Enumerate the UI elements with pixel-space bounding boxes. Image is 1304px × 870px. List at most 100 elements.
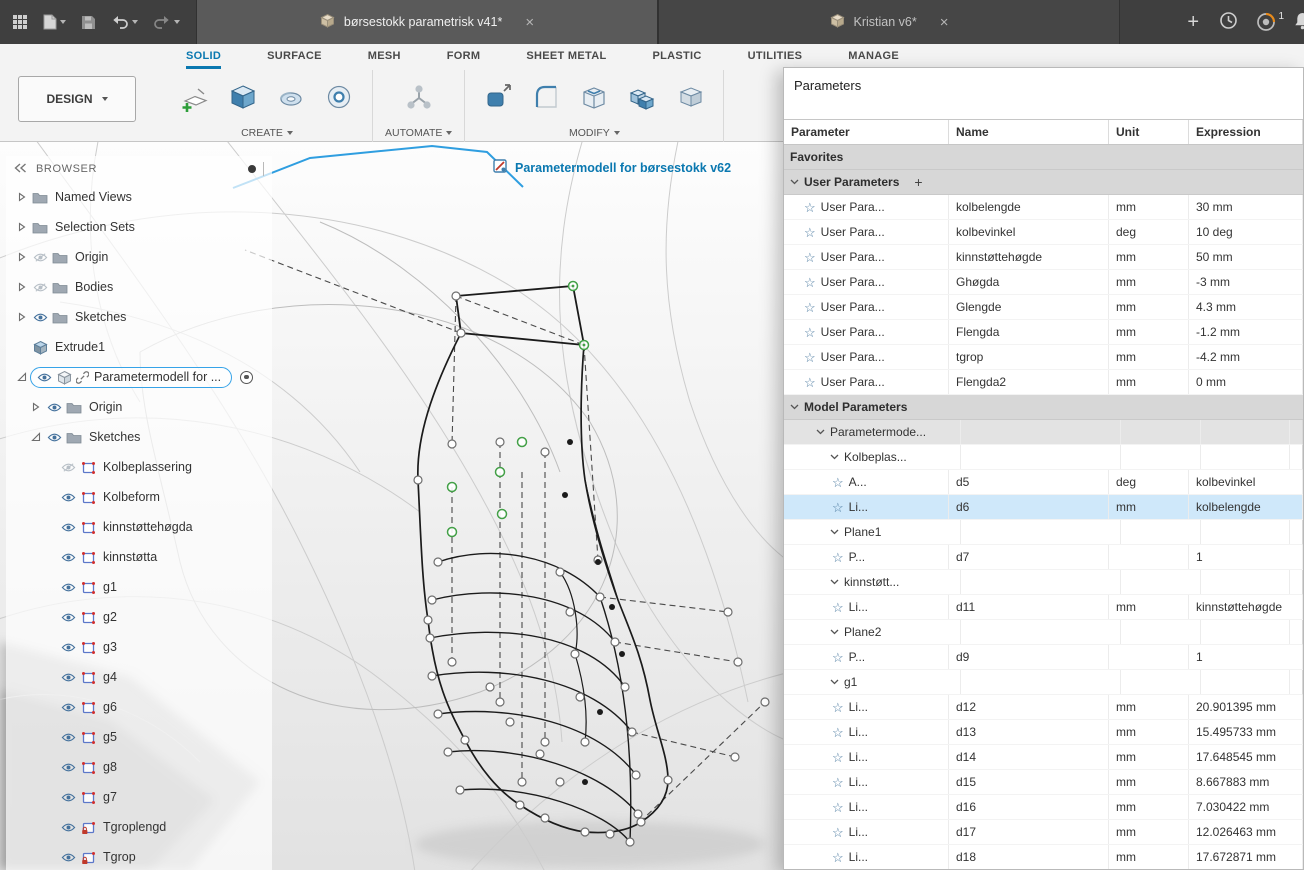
param-row-d9[interactable]: ☆ P... d9 1 xyxy=(784,645,1303,670)
favorite-star-icon[interactable]: ☆ xyxy=(832,476,844,489)
favorite-star-icon[interactable]: ☆ xyxy=(804,301,816,314)
param-expression-cell[interactable]: -4.2 mm xyxy=(1189,345,1303,369)
chevron-down-icon[interactable] xyxy=(790,404,799,410)
favorite-star-icon[interactable]: ☆ xyxy=(804,276,816,289)
expand-arrow-icon[interactable] xyxy=(14,372,30,382)
save-icon[interactable] xyxy=(81,15,96,30)
box-tool-icon[interactable] xyxy=(222,74,264,120)
favorite-star-icon[interactable]: ☆ xyxy=(804,326,816,339)
design-menu-button[interactable]: DESIGN xyxy=(18,76,136,122)
param-name-cell[interactable]: Flengda xyxy=(949,320,1109,344)
favorite-star-icon[interactable]: ☆ xyxy=(832,701,844,714)
param-name-cell[interactable]: d11 xyxy=(949,595,1109,619)
modify-group-label[interactable]: MODIFY xyxy=(569,124,620,143)
param-group-kolbeplas[interactable]: Kolbeplas... xyxy=(784,445,1303,470)
ribbon-tab-form[interactable]: FORM xyxy=(447,50,481,69)
visibility-eye-icon[interactable] xyxy=(44,402,64,413)
param-row-d7[interactable]: ☆ P... d7 1 xyxy=(784,545,1303,570)
param-expression-cell[interactable]: kolbelengde xyxy=(1189,495,1303,519)
visibility-eye-icon[interactable] xyxy=(58,762,78,773)
ribbon-tab-sheet-metal[interactable]: SHEET METAL xyxy=(526,50,606,69)
browser-item-sketches[interactable]: Sketches xyxy=(6,302,272,332)
param-name-cell[interactable]: d17 xyxy=(949,820,1109,844)
combine-tool-icon[interactable] xyxy=(621,74,663,120)
favorite-star-icon[interactable]: ☆ xyxy=(804,376,816,389)
param-row-d12[interactable]: ☆ Li... d12 mm 20.901395 mm xyxy=(784,695,1303,720)
doc-tab-b-rsestokk-parametrisk-v41[interactable]: børsestokk parametrisk v41* × xyxy=(196,0,658,44)
param-name-cell[interactable]: Flengda2 xyxy=(949,370,1109,394)
param-expression-cell[interactable]: kinnstøttehøgde xyxy=(1189,595,1303,619)
param-name-cell[interactable]: d18 xyxy=(949,845,1109,869)
param-name-cell[interactable]: tgrop xyxy=(949,345,1109,369)
browser-item-selection-sets[interactable]: Selection Sets xyxy=(6,212,272,242)
browser-item-kolbeplassering[interactable]: Kolbeplassering xyxy=(6,452,272,482)
collapse-panel-icon[interactable] xyxy=(14,162,27,176)
visibility-eye-icon[interactable] xyxy=(58,552,78,563)
param-name-cell[interactable]: d15 xyxy=(949,770,1109,794)
visibility-eye-icon[interactable] xyxy=(30,252,50,263)
param-expression-cell[interactable]: 8.667883 mm xyxy=(1189,770,1303,794)
press-pull-tool-icon[interactable] xyxy=(477,74,519,120)
browser-item-extrude1[interactable]: Extrude1 xyxy=(6,332,272,362)
param-row-d17[interactable]: ☆ Li... d17 mm 12.026463 mm xyxy=(784,820,1303,845)
param-row-d6[interactable]: ☆ Li... d6 mm kolbelengde xyxy=(784,495,1303,520)
param-section-model-parameters[interactable]: Model Parameters xyxy=(784,395,1303,420)
add-user-parameter-button[interactable]: + xyxy=(914,174,922,190)
ribbon-tab-mesh[interactable]: MESH xyxy=(368,50,401,69)
visibility-eye-icon[interactable] xyxy=(58,462,78,473)
param-row-kolbevinkel[interactable]: ☆ User Para... kolbevinkel deg 10 deg xyxy=(784,220,1303,245)
new-tab-button[interactable]: + xyxy=(1173,11,1213,34)
panel-options-icon[interactable] xyxy=(248,165,256,173)
browser-item-g5[interactable]: g5 xyxy=(6,722,272,752)
favorite-star-icon[interactable]: ☆ xyxy=(832,651,844,664)
param-row-flengda[interactable]: ☆ User Para... Flengda mm -1.2 mm xyxy=(784,320,1303,345)
automate-tool-icon[interactable] xyxy=(398,74,440,120)
visibility-eye-icon[interactable] xyxy=(58,642,78,653)
expand-arrow-icon[interactable] xyxy=(28,432,44,442)
visibility-eye-icon[interactable] xyxy=(44,432,64,443)
visibility-eye-icon[interactable] xyxy=(58,612,78,623)
favorite-star-icon[interactable]: ☆ xyxy=(832,751,844,764)
visibility-eye-icon[interactable] xyxy=(58,852,78,863)
param-expression-cell[interactable]: -1.2 mm xyxy=(1189,320,1303,344)
param-expression-cell[interactable]: 0 mm xyxy=(1189,370,1303,394)
visibility-eye-icon[interactable] xyxy=(58,522,78,533)
browser-item-kinnst-tteh-gda[interactable]: kinnstøttehøgda xyxy=(6,512,272,542)
param-name-cell[interactable]: d6 xyxy=(949,495,1109,519)
param-expression-cell[interactable]: kolbevinkel xyxy=(1189,470,1303,494)
browser-item-origin[interactable]: Origin xyxy=(6,242,272,272)
browser-item-sketches[interactable]: Sketches xyxy=(6,422,272,452)
param-expression-cell[interactable]: 12.026463 mm xyxy=(1189,820,1303,844)
param-row-d14[interactable]: ☆ Li... d14 mm 17.648545 mm xyxy=(784,745,1303,770)
param-name-cell[interactable]: kolbevinkel xyxy=(949,220,1109,244)
expand-arrow-icon[interactable] xyxy=(14,282,30,292)
ribbon-tab-plastic[interactable]: PLASTIC xyxy=(652,50,701,69)
browser-item-g7[interactable]: g7 xyxy=(6,782,272,812)
browser-item-tgrop[interactable]: Tgrop xyxy=(6,842,272,870)
browser-item-bodies[interactable]: Bodies xyxy=(6,272,272,302)
expand-arrow-icon[interactable] xyxy=(28,402,44,412)
favorite-star-icon[interactable]: ☆ xyxy=(804,226,816,239)
undo-icon[interactable] xyxy=(111,15,138,29)
visibility-eye-icon[interactable] xyxy=(58,822,78,833)
visibility-eye-icon[interactable] xyxy=(30,312,50,323)
param-expression-cell[interactable]: -3 mm xyxy=(1189,270,1303,294)
tab-close-icon[interactable]: × xyxy=(525,14,534,31)
favorite-star-icon[interactable]: ☆ xyxy=(832,551,844,564)
param-section-user-parameters[interactable]: User Parameters + xyxy=(784,170,1303,195)
param-group-g1[interactable]: g1 xyxy=(784,670,1303,695)
param-row-glengde[interactable]: ☆ User Para... Glengde mm 4.3 mm xyxy=(784,295,1303,320)
chevron-down-icon[interactable] xyxy=(830,629,839,635)
browser-item-g3[interactable]: g3 xyxy=(6,632,272,662)
browser-item-g6[interactable]: g6 xyxy=(6,692,272,722)
file-menu-icon[interactable] xyxy=(43,14,66,30)
param-expression-cell[interactable]: 1 xyxy=(1189,545,1303,569)
chevron-down-icon[interactable] xyxy=(830,454,839,460)
visibility-eye-icon[interactable] xyxy=(58,582,78,593)
param-row-flengda2[interactable]: ☆ User Para... Flengda2 mm 0 mm xyxy=(784,370,1303,395)
notification-bell-icon[interactable] xyxy=(1294,11,1304,33)
redo-icon[interactable] xyxy=(153,15,180,29)
fillet-tool-icon[interactable] xyxy=(525,74,567,120)
param-expression-cell[interactable]: 20.901395 mm xyxy=(1189,695,1303,719)
revolve-tool-icon[interactable] xyxy=(270,74,312,120)
